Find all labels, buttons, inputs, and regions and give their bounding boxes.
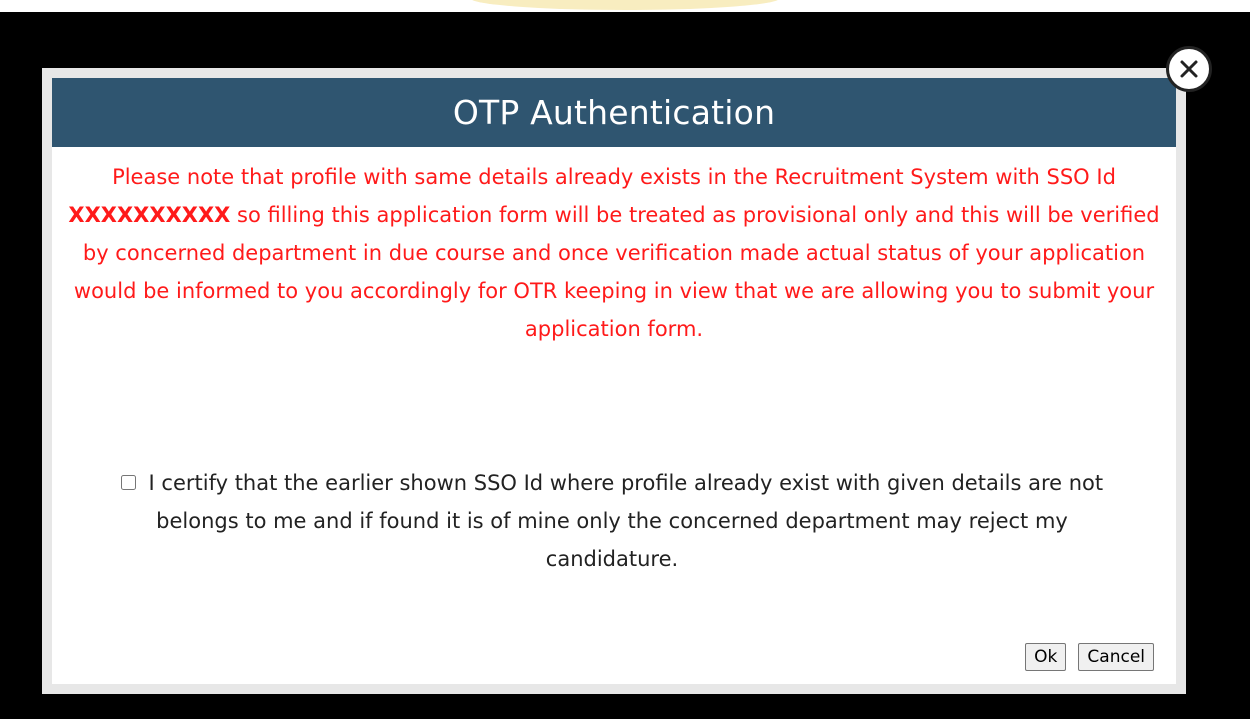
modal-actions: Ok Cancel xyxy=(1025,643,1154,671)
modal-title: OTP Authentication xyxy=(452,93,776,132)
background-decoration xyxy=(470,0,780,10)
duplicate-profile-notice: Please note that profile with same detai… xyxy=(68,158,1160,348)
modal-header: OTP Authentication xyxy=(52,78,1176,147)
sso-id-value: XXXXXXXXXX xyxy=(68,203,231,227)
notice-text-before: Please note that profile with same detai… xyxy=(112,165,1116,189)
certify-section: I certify that the earlier shown SSO Id … xyxy=(92,464,1132,578)
otp-authentication-modal: OTP Authentication Please note that prof… xyxy=(42,68,1186,694)
cancel-button[interactable]: Cancel xyxy=(1078,643,1154,671)
certify-label[interactable]: I certify that the earlier shown SSO Id … xyxy=(149,471,1104,571)
ok-button[interactable]: Ok xyxy=(1025,643,1067,671)
background-page-strip xyxy=(0,0,1250,12)
notice-text-after: so filling this application form will be… xyxy=(73,203,1160,341)
certify-checkbox[interactable] xyxy=(120,474,136,490)
close-icon xyxy=(1180,60,1198,78)
close-button[interactable] xyxy=(1166,46,1212,92)
